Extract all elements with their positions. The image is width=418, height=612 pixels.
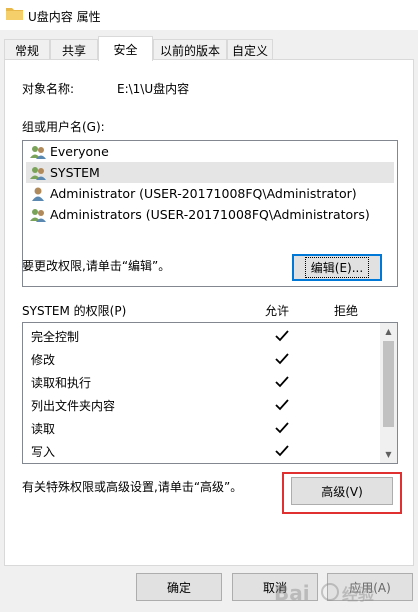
tab-previous-versions[interactable]: 以前的版本 — [153, 39, 227, 60]
scroll-up-icon[interactable]: ▲ — [380, 323, 397, 340]
scroll-thumb[interactable] — [383, 341, 394, 427]
list-item[interactable]: Administrator (USER-20171008FQ\Administr… — [26, 183, 394, 204]
list-item[interactable]: SYSTEM — [26, 162, 394, 183]
tab-security[interactable]: 安全 — [98, 36, 153, 61]
advanced-hint: 有关特殊权限或高级设置,请单击“高级”。 — [22, 480, 243, 494]
check-icon — [275, 445, 289, 457]
permissions-label: SYSTEM 的权限(P) — [22, 304, 127, 318]
list-item-label: SYSTEM — [50, 165, 100, 180]
check-icon — [275, 399, 289, 411]
folder-icon — [6, 8, 23, 20]
permissions-scrollbar[interactable]: ▲ ▼ — [380, 323, 397, 463]
allow-header: 允许 — [265, 304, 290, 318]
permissions-listbox: 完全控制 修改 读取和执行 列出文件夹内容 读取 写入 ▲ ▼ — [22, 322, 398, 464]
list-item-label: Administrators (USER-20171008FQ\Administ… — [50, 207, 370, 222]
ok-button[interactable]: 确定 — [136, 573, 222, 601]
tab-sharing[interactable]: 共享 — [50, 39, 98, 60]
group-icon — [30, 208, 46, 222]
check-icon — [275, 330, 289, 342]
tab-general[interactable]: 常规 — [4, 39, 50, 60]
user-icon — [32, 187, 44, 201]
list-item[interactable]: Everyone — [26, 141, 394, 162]
scroll-down-icon[interactable]: ▼ — [380, 446, 397, 463]
edit-button[interactable]: 编辑(E)... — [292, 254, 382, 281]
cancel-button[interactable]: 取消 — [232, 573, 318, 601]
permission-name: 读取和执行 — [31, 376, 92, 390]
tab-customize[interactable]: 自定义 — [227, 39, 273, 60]
deny-header: 拒绝 — [334, 304, 359, 318]
highlight-box — [282, 472, 402, 514]
list-item-label: Administrator (USER-20171008FQ\Administr… — [50, 186, 357, 201]
permission-row: 列出文件夹内容 — [31, 394, 371, 417]
object-name-label: 对象名称: — [22, 82, 75, 96]
object-name-value: E:\1\U盘内容 — [117, 82, 190, 96]
permission-row: 完全控制 — [31, 325, 371, 348]
window-title: U盘内容 属性 — [28, 10, 101, 24]
permission-name: 完全控制 — [31, 330, 80, 344]
permission-row: 写入 — [31, 440, 371, 463]
title-bar: U盘内容 属性 — [0, 0, 418, 30]
permission-row: 修改 — [31, 348, 371, 371]
group-icon — [30, 145, 46, 159]
list-item-label: Everyone — [50, 144, 109, 159]
groups-label: 组或用户名(G): — [22, 120, 105, 134]
check-icon — [275, 422, 289, 434]
edit-hint: 要更改权限,请单击“编辑”。 — [22, 259, 171, 273]
permission-name: 修改 — [31, 353, 56, 367]
permission-name: 写入 — [31, 445, 56, 459]
check-icon — [275, 376, 289, 388]
apply-button[interactable]: 应用(A) — [327, 573, 413, 601]
permission-row: 读取和执行 — [31, 371, 371, 394]
list-item[interactable]: Administrators (USER-20171008FQ\Administ… — [26, 204, 394, 225]
check-icon — [275, 353, 289, 365]
permission-row: 读取 — [31, 417, 371, 440]
group-icon — [30, 166, 46, 180]
permission-name: 列出文件夹内容 — [31, 399, 116, 413]
permission-name: 读取 — [31, 422, 56, 436]
edit-button-label: 编辑(E)... — [304, 257, 370, 278]
